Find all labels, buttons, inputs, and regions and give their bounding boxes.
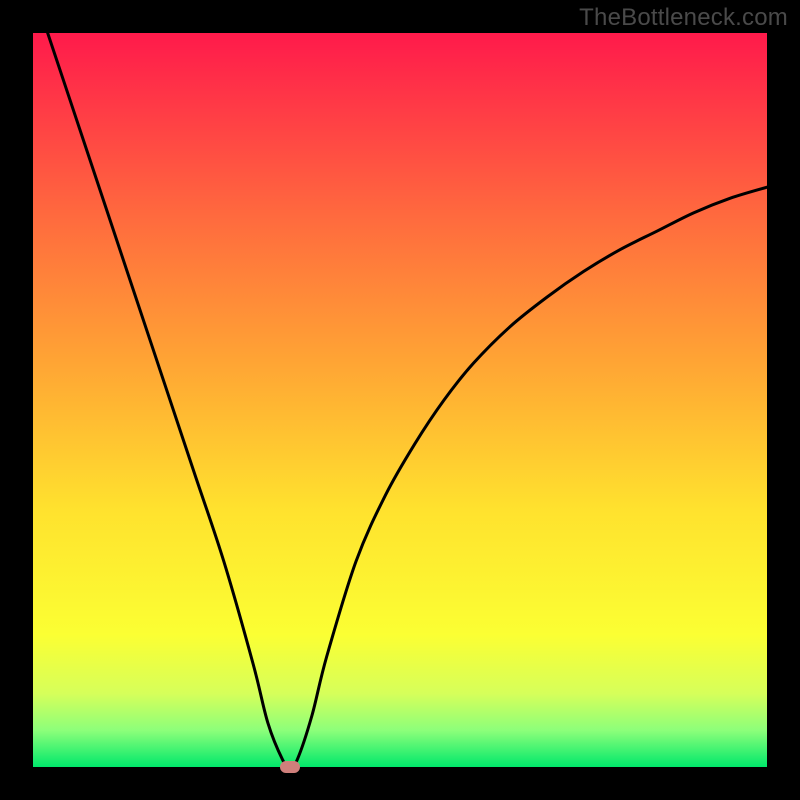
curve-path xyxy=(48,33,767,767)
optimum-marker xyxy=(280,761,300,773)
chart-frame: TheBottleneck.com xyxy=(0,0,800,800)
bottleneck-curve xyxy=(33,33,767,767)
watermark-text: TheBottleneck.com xyxy=(579,4,788,32)
